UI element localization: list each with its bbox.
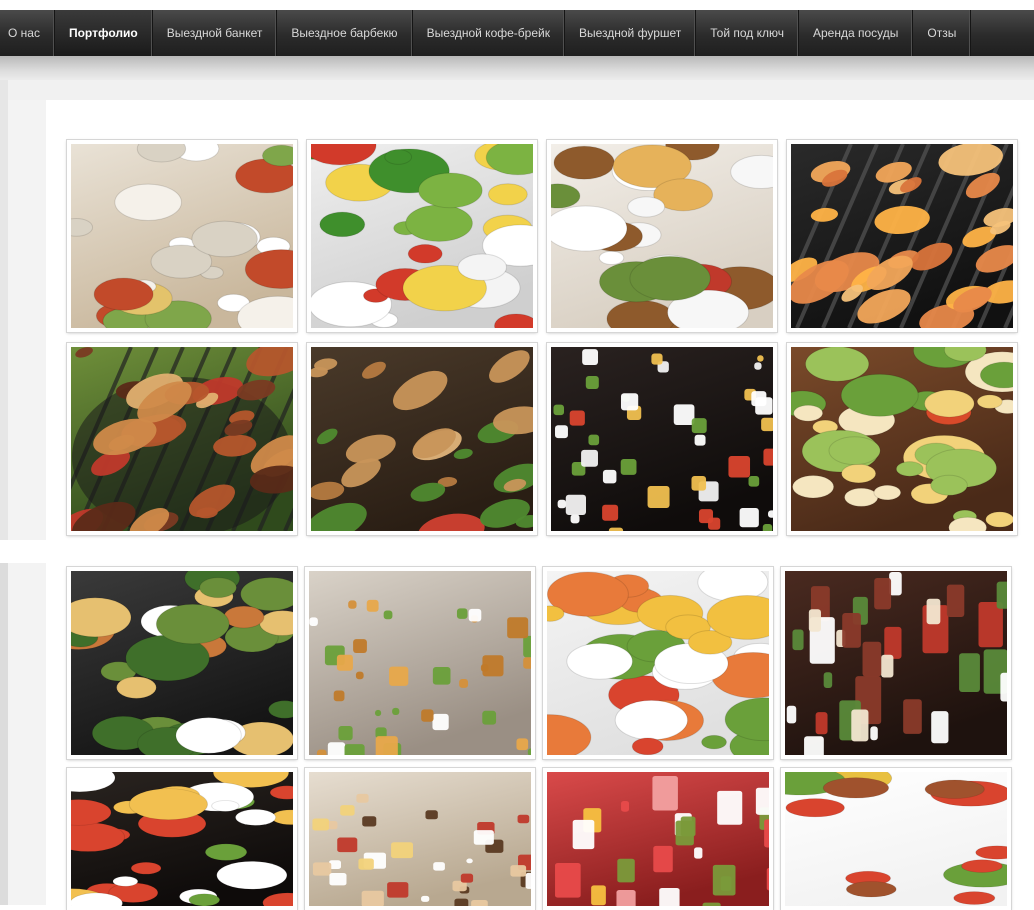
gallery-photo[interactable] bbox=[305, 768, 535, 910]
nav-item-buffet[interactable]: Выездной фуршет bbox=[565, 10, 696, 56]
gallery-photo[interactable] bbox=[67, 768, 297, 910]
gallery-photo[interactable] bbox=[543, 567, 773, 759]
grilled-shrimp-icon bbox=[791, 144, 1013, 328]
banquet-table-icon bbox=[71, 144, 293, 328]
gallery-photo[interactable] bbox=[787, 140, 1017, 332]
top-nav: О нас Портфолио Выездной банкет Выездное… bbox=[0, 10, 1034, 56]
nav-shadow bbox=[0, 56, 1034, 80]
side-strip-lower bbox=[0, 563, 8, 905]
gallery-photo[interactable] bbox=[781, 768, 1011, 910]
buffet-line-icon bbox=[71, 571, 293, 755]
gallery-photo[interactable] bbox=[67, 343, 297, 535]
nav-item-about[interactable]: О нас bbox=[0, 10, 55, 56]
gallery-photo[interactable] bbox=[781, 567, 1011, 759]
gallery-photo[interactable] bbox=[307, 140, 537, 332]
content-left-gutter-lower bbox=[8, 563, 46, 905]
nav-item-toi[interactable]: Той под ключ bbox=[696, 10, 799, 56]
served-table-icon bbox=[551, 144, 773, 328]
soup-plates-icon bbox=[785, 772, 1007, 906]
buffet-plates-icon bbox=[547, 571, 769, 755]
nav-item-portfolio[interactable]: Портфолио bbox=[55, 10, 153, 56]
grilled-meat-icon bbox=[311, 347, 533, 531]
gallery-photo[interactable] bbox=[547, 343, 777, 535]
gallery-photo[interactable] bbox=[787, 343, 1017, 535]
nav-item-banquet[interactable]: Выездной банкет bbox=[153, 10, 278, 56]
fruit-drinks-icon bbox=[547, 772, 769, 906]
gallery-photo[interactable] bbox=[307, 343, 537, 535]
content-left-gutter bbox=[8, 100, 46, 545]
bbq-grill-icon bbox=[71, 347, 293, 531]
gallery-photo[interactable] bbox=[547, 140, 777, 332]
dessert-glasses-icon bbox=[785, 571, 1007, 755]
gallery-photo[interactable] bbox=[305, 567, 535, 759]
dessert-stand-icon bbox=[309, 772, 531, 906]
gallery-photo[interactable] bbox=[543, 768, 773, 910]
gallery-photo[interactable] bbox=[67, 140, 297, 332]
panel-gap bbox=[0, 540, 1034, 564]
appetizer-platters-icon bbox=[791, 347, 1013, 531]
nav-item-reviews[interactable]: Отзы bbox=[913, 10, 971, 56]
buffet-trays-icon bbox=[71, 772, 293, 906]
canape-buffet-icon bbox=[551, 347, 773, 531]
nav-item-coffee-break[interactable]: Выездной кофе-брейк bbox=[413, 10, 565, 56]
content-top-band bbox=[8, 80, 1034, 100]
salad-platters-icon bbox=[311, 144, 533, 328]
tartlets-icon bbox=[309, 571, 531, 755]
gallery-photo[interactable] bbox=[67, 567, 297, 759]
nav-item-barbecue[interactable]: Выездное барбекю bbox=[277, 10, 412, 56]
nav-item-dish-rental[interactable]: Аренда посуды bbox=[799, 10, 913, 56]
